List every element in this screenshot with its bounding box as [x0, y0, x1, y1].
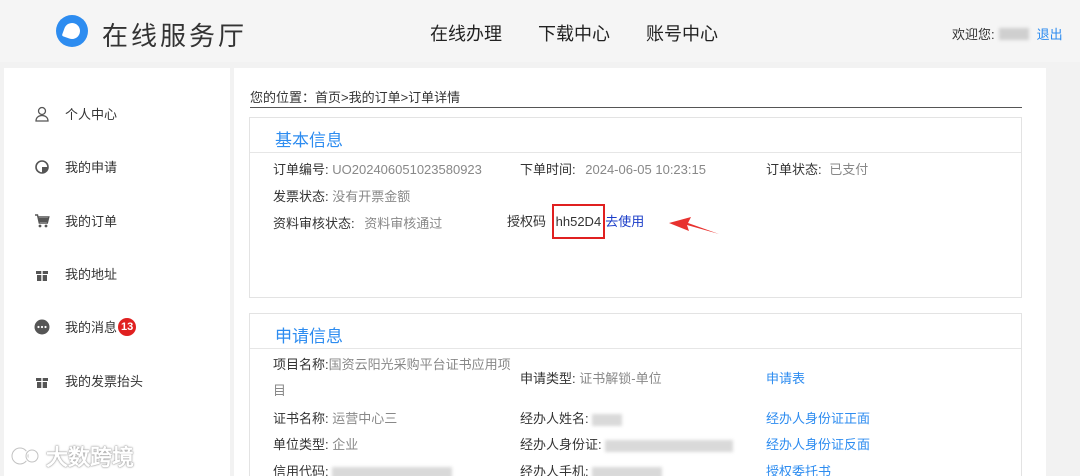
agent-name-field: 经办人姓名: — [520, 408, 623, 427]
project-name-value-cont: 目 — [273, 383, 287, 398]
unit-type-label: 单位类型: — [273, 437, 329, 452]
watermark-text: 大数跨境 — [46, 445, 135, 470]
sidebar-item-my-messages[interactable]: 我的消息 13 — [34, 317, 137, 336]
annotation-arrow-icon — [669, 217, 719, 234]
basic-info-title: 基本信息 — [275, 131, 343, 150]
divider — [250, 348, 1021, 349]
use-auth-code-link[interactable]: 去使用 — [605, 214, 644, 229]
credit-code-field: 信用代码: — [273, 461, 453, 476]
breadcrumb: 您的位置：首页>我的订单>订单详情 — [250, 87, 1022, 108]
sidebar-item-label: 个人中心 — [65, 107, 118, 122]
apply-icon — [34, 159, 50, 175]
gift-icon — [34, 373, 50, 389]
credit-code-redacted — [332, 466, 453, 476]
logo-text: 在线服务厅 — [102, 22, 248, 52]
watermark: 大数跨境 — [8, 440, 134, 472]
sidebar-item-label: 我的发票抬头 — [65, 374, 144, 389]
sidebar: 个人中心 我的申请 我的订单 我的地址 我的消息 13 我的发票抬头 — [4, 68, 230, 476]
order-status-value: 已支付 — [829, 162, 869, 177]
basic-info-card: 基本信息 订单编号: UO202406051023580923 下单时间: 20… — [249, 117, 1022, 298]
credit-code-label: 信用代码: — [273, 464, 329, 476]
nav-download-center[interactable]: 下载中心 — [538, 20, 610, 46]
welcome-area: 欢迎您: 退出 — [952, 24, 1063, 43]
application-info-title: 申请信息 — [275, 327, 343, 346]
sidebar-item-my-applications[interactable]: 我的申请 — [34, 157, 117, 176]
project-name-label: 项目名称: — [273, 357, 329, 372]
order-time-value: 2024-06-05 10:23:15 — [585, 162, 706, 177]
user-icon — [34, 106, 50, 122]
agent-phone-label: 经办人手机: — [520, 464, 589, 476]
divider — [250, 152, 1021, 153]
top-bar: 在线服务厅 在线办理 下载中心 账号中心 欢迎您: 退出 — [0, 0, 1080, 62]
logout-link[interactable]: 退出 — [1037, 24, 1063, 43]
nav-account-center[interactable]: 账号中心 — [646, 20, 718, 46]
id-back-link[interactable]: 经办人身份证反面 — [766, 434, 870, 453]
apply-type-label: 申请类型: — [520, 371, 576, 386]
order-time-label: 下单时间: — [520, 162, 576, 177]
unit-type-value: 企业 — [332, 437, 359, 452]
agent-name-label: 经办人姓名: — [520, 411, 589, 426]
gift-icon — [34, 266, 50, 282]
application-form-link[interactable]: 申请表 — [766, 368, 805, 387]
order-number-field: 订单编号: UO202406051023580923 — [273, 159, 482, 178]
main-nav: 在线办理 下载中心 账号中心 — [430, 20, 718, 46]
cart-icon — [34, 213, 50, 229]
review-status-label: 资料审核状态: — [273, 216, 355, 231]
order-number-label: 订单编号: — [273, 162, 329, 177]
nav-online-handle[interactable]: 在线办理 — [430, 20, 502, 46]
unit-type-field: 单位类型: 企业 — [273, 434, 358, 453]
logo-icon — [56, 15, 88, 47]
sidebar-item-personal-center[interactable]: 个人中心 — [34, 104, 117, 123]
apply-type-field: 申请类型: 证书解锁-单位 — [520, 368, 662, 387]
apply-type-value: 证书解锁-单位 — [579, 371, 662, 386]
order-number-value: UO202406051023580923 — [332, 162, 482, 177]
cert-name-field: 证书名称: 运营中心三 — [273, 408, 397, 427]
agent-id-redacted — [605, 439, 734, 452]
order-status-label: 订单状态: — [766, 162, 822, 177]
invoice-status-value: 没有开票金额 — [332, 189, 411, 204]
project-name-field: 项目名称:国资云阳光采购平台证书应用项 目 — [273, 352, 511, 404]
cert-name-label: 证书名称: — [273, 411, 329, 426]
watermark-logo-icon — [10, 446, 40, 466]
welcome-label: 欢迎您: — [952, 27, 995, 42]
message-icon — [34, 319, 50, 335]
sidebar-item-my-address[interactable]: 我的地址 — [34, 264, 117, 283]
sidebar-item-label: 我的消息 — [65, 320, 118, 335]
agent-phone-field: 经办人手机: — [520, 461, 663, 476]
order-status-field: 订单状态: 已支付 — [766, 159, 868, 178]
auth-code-label: 授权码 — [507, 214, 547, 229]
agent-name-redacted — [592, 413, 623, 426]
sidebar-item-label: 我的申请 — [65, 160, 118, 175]
cert-name-value: 运营中心三 — [332, 411, 398, 426]
order-time-field: 下单时间: 2024-06-05 10:23:15 — [520, 159, 706, 178]
auth-code-value: hh52D4 — [551, 204, 606, 239]
authorization-letter-link[interactable]: 授权委托书 — [766, 461, 831, 476]
review-status-field: 资料审核状态: 资料审核通过 — [273, 213, 442, 232]
agent-phone-redacted — [592, 466, 663, 476]
main-content: 您的位置：首页>我的订单>订单详情 基本信息 订单编号: UO202406051… — [234, 68, 1046, 476]
agent-id-label: 经办人身份证: — [520, 437, 602, 452]
review-status-value: 资料审核通过 — [364, 216, 443, 231]
auth-code-field: 授权码 hh52D4 去使用 — [507, 204, 644, 239]
sidebar-item-label: 我的地址 — [65, 267, 118, 282]
id-front-link[interactable]: 经办人身份证正面 — [766, 408, 870, 427]
sidebar-item-label: 我的订单 — [65, 214, 118, 229]
project-name-value: 国资云阳光采购平台证书应用项 — [328, 357, 511, 372]
application-info-card: 申请信息 项目名称:国资云阳光采购平台证书应用项 目 申请类型: 证书解锁-单位… — [249, 313, 1022, 476]
invoice-status-label: 发票状态: — [273, 189, 329, 204]
agent-id-field: 经办人身份证: — [520, 434, 734, 453]
username-redacted — [998, 27, 1029, 40]
sidebar-item-my-invoice-titles[interactable]: 我的发票抬头 — [34, 371, 143, 390]
invoice-status-field: 发票状态: 没有开票金额 — [273, 186, 410, 205]
unread-count-badge: 13 — [118, 317, 137, 336]
sidebar-item-my-orders[interactable]: 我的订单 — [34, 211, 117, 230]
